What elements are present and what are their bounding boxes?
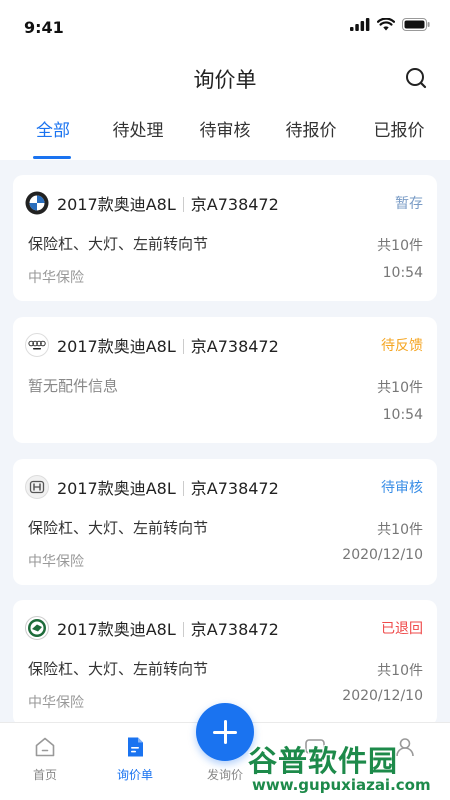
watermark-text: 谷普软件园	[248, 744, 399, 778]
tabbar-item-home[interactable]: 首页	[0, 723, 90, 800]
search-icon	[406, 68, 427, 89]
audi-logo-icon	[25, 333, 49, 357]
parts-count: 共10件	[377, 522, 423, 538]
title-divider	[182, 481, 184, 496]
parts-list: 保险杠、大灯、左前转向节	[28, 519, 209, 537]
parts-list: 暂无配件信息	[28, 377, 119, 395]
car-title: 2017款奥迪A8L 京A738472	[57, 191, 279, 215]
active-tab-indicator	[33, 156, 71, 159]
watermark-url: www.gupuxiazai.com	[252, 776, 431, 794]
tab-awaiting-quote[interactable]: 待报价	[266, 116, 356, 141]
signal-icon	[350, 18, 370, 31]
wifi-icon	[377, 18, 395, 31]
plate-number: 京A738472	[190, 479, 279, 498]
status-badge: 待审核	[381, 480, 423, 496]
home-icon	[35, 737, 55, 757]
parts-count: 共10件	[377, 663, 423, 679]
watermark: 谷普软件园 www.gupuxiazai.com	[248, 738, 444, 796]
status-badge: 待反馈	[381, 338, 423, 354]
insurer-name: 中华保险	[28, 554, 84, 570]
car-model: 2017款奥迪A8L	[57, 479, 176, 498]
status-icons	[350, 18, 430, 31]
car-model: 2017款奥迪A8L	[57, 195, 176, 214]
tabbar-label-home: 首页	[32, 768, 57, 782]
inquiry-card[interactable]: 2017款奥迪A8L 京A738472 待审核 保险杠、大灯、左前转向节 共10件…	[13, 459, 437, 585]
parts-list: 保险杠、大灯、左前转向节	[28, 660, 209, 678]
search-button[interactable]	[404, 66, 430, 92]
parts-list: 保险杠、大灯、左前转向节	[28, 235, 209, 253]
inquiry-time: 2020/12/10	[342, 547, 423, 563]
car-title: 2017款奥迪A8L 京A738472	[57, 333, 279, 357]
tab-reviewing[interactable]: 待审核	[180, 116, 270, 141]
insurer-name: 中华保险	[28, 695, 84, 711]
inquiry-card[interactable]: 2017款奥迪A8L 京A738472 暂存 保险杠、大灯、左前转向节 共10件 …	[13, 175, 437, 301]
skoda-logo-icon	[25, 616, 49, 640]
tab-pending[interactable]: 待处理	[93, 116, 183, 141]
car-model: 2017款奥迪A8L	[57, 620, 176, 639]
car-title: 2017款奥迪A8L 京A738472	[57, 475, 279, 499]
filter-tabs: 全部 待处理 待审核 待报价 已报价	[0, 116, 450, 160]
tabbar-label-inquiry: 询价单	[116, 768, 153, 782]
top-header-area: 9:41 询价单 全部 待处理 待审核 待报价 已报价	[0, 0, 450, 160]
document-icon	[128, 737, 143, 757]
bmw-logo-icon	[25, 191, 49, 215]
plus-icon-vertical	[224, 720, 227, 744]
parts-count: 共10件	[377, 238, 423, 254]
publish-inquiry-button[interactable]	[196, 703, 254, 761]
inquiry-card[interactable]: 2017款奥迪A8L 京A738472 待反馈 暂无配件信息 共10件 10:54	[13, 317, 437, 443]
parts-count: 共10件	[377, 380, 423, 396]
inquiry-time: 10:54	[382, 407, 423, 423]
page-title: 询价单	[193, 68, 257, 92]
battery-icon	[402, 18, 430, 31]
inquiry-time: 2020/12/10	[342, 688, 423, 704]
plate-number: 京A738472	[190, 337, 279, 356]
title-divider	[182, 197, 184, 212]
tab-quoted[interactable]: 已报价	[354, 116, 444, 141]
car-model: 2017款奥迪A8L	[57, 337, 176, 356]
honda-logo-icon	[25, 475, 49, 499]
tab-all[interactable]: 全部	[8, 116, 98, 141]
plate-number: 京A738472	[190, 620, 279, 639]
car-title: 2017款奥迪A8L 京A738472	[57, 616, 279, 640]
status-bar: 9:41	[0, 0, 450, 54]
insurer-name: 中华保险	[28, 270, 84, 286]
tabbar-item-inquiry[interactable]: 询价单	[90, 723, 180, 800]
status-time: 9:41	[24, 18, 64, 37]
title-divider	[182, 339, 184, 354]
inquiry-time: 10:54	[382, 265, 423, 281]
title-divider	[182, 622, 184, 637]
plate-number: 京A738472	[190, 195, 279, 214]
status-badge: 已退回	[381, 621, 423, 637]
status-badge: 暂存	[395, 196, 423, 212]
